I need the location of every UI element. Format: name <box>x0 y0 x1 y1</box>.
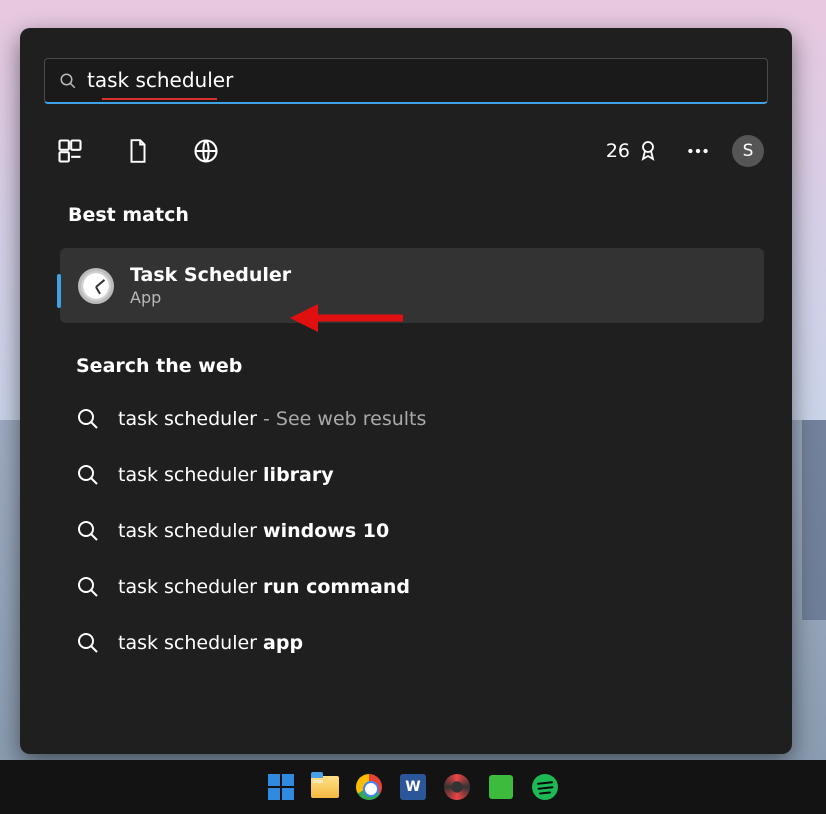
best-match-result[interactable]: Task Scheduler App <box>60 248 764 323</box>
task-scheduler-app-icon <box>78 268 114 304</box>
web-result-item[interactable]: task scheduler run command <box>76 559 792 615</box>
spellcheck-underline <box>102 98 217 100</box>
start-button[interactable] <box>266 772 296 802</box>
wallpaper-building <box>802 420 826 620</box>
spotify-icon <box>532 774 558 800</box>
search-input[interactable] <box>87 68 753 94</box>
file-explorer-button[interactable] <box>310 772 340 802</box>
chrome-button[interactable] <box>354 772 384 802</box>
tab-documents-icon[interactable] <box>116 129 160 173</box>
search-icon <box>76 631 100 655</box>
windows-icon <box>268 774 294 800</box>
more-options-button[interactable] <box>678 131 718 171</box>
opera-icon <box>444 774 470 800</box>
chat-icon <box>489 775 513 799</box>
search-icon <box>76 575 100 599</box>
web-result-item[interactable]: task scheduler library <box>76 447 792 503</box>
rewards-points[interactable]: 26 <box>606 139 660 163</box>
search-icon <box>76 519 100 543</box>
spotify-button[interactable] <box>530 772 560 802</box>
user-avatar[interactable]: S <box>732 135 764 167</box>
tab-all-icon[interactable] <box>48 129 92 173</box>
search-icon <box>76 463 100 487</box>
web-result-text: task scheduler library <box>118 464 334 486</box>
selection-indicator <box>57 274 61 308</box>
opera-button[interactable] <box>442 772 472 802</box>
web-result-item[interactable]: task scheduler - See web results <box>76 391 792 447</box>
web-result-text: task scheduler run command <box>118 576 410 598</box>
search-icon <box>76 407 100 431</box>
web-result-text: task scheduler - See web results <box>118 408 426 430</box>
web-results-list: task scheduler - See web results task sc… <box>20 377 792 671</box>
filter-tabs-row: 26 S <box>20 104 792 176</box>
avatar-initial: S <box>743 141 754 161</box>
tab-web-icon[interactable] <box>184 129 228 173</box>
search-icon <box>59 72 77 90</box>
best-match-title: Task Scheduler <box>130 264 291 286</box>
web-result-text: task scheduler app <box>118 632 303 654</box>
chat-app-button[interactable] <box>486 772 516 802</box>
taskbar: W <box>0 760 826 814</box>
web-result-item[interactable]: task scheduler app <box>76 615 792 671</box>
web-result-item[interactable]: task scheduler windows 10 <box>76 503 792 559</box>
word-button[interactable]: W <box>398 772 428 802</box>
best-match-heading: Best match <box>20 176 792 226</box>
best-match-subtitle: App <box>130 288 291 307</box>
word-icon: W <box>400 774 426 800</box>
medal-icon <box>636 139 660 163</box>
search-web-heading: Search the web <box>20 323 792 377</box>
rewards-points-count: 26 <box>606 140 630 162</box>
web-result-text: task scheduler windows 10 <box>118 520 389 542</box>
ellipsis-icon <box>685 138 711 164</box>
chrome-icon <box>356 774 382 800</box>
folder-icon <box>311 776 339 798</box>
start-search-panel: 26 S Best match Task Scheduler App Searc… <box>20 28 792 754</box>
